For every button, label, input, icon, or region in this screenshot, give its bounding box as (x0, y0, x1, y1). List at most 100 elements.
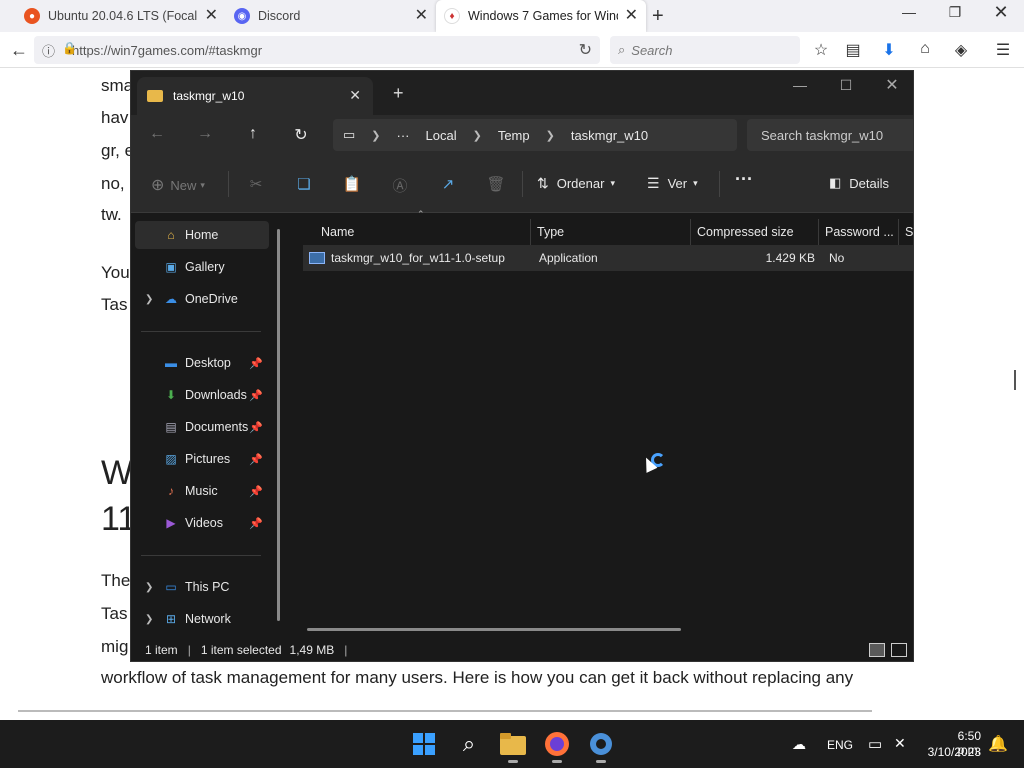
nav-item-this-pc[interactable]: ❯ ▭ This PC (135, 573, 269, 601)
more-options-icon[interactable]: ··· (735, 169, 753, 190)
column-divider[interactable] (898, 219, 899, 245)
pin-icon[interactable]: 📌 (249, 421, 263, 434)
nav-item-videos[interactable]: ▶ Videos 📌 (135, 509, 269, 537)
share-icon[interactable]: ↗ (437, 175, 459, 193)
chevron-right-icon[interactable]: ❯ (473, 129, 482, 142)
new-tab-icon[interactable]: + (393, 83, 404, 104)
notification-bell-icon[interactable]: 🔔 (988, 734, 1008, 754)
browser-tab-win7games[interactable]: ♦ Windows 7 Games for Windows ✕ (436, 0, 646, 32)
volume-muted-icon[interactable]: ✕ (894, 735, 906, 752)
column-divider[interactable] (530, 219, 531, 245)
chevron-right-icon[interactable]: ❯ (145, 582, 153, 593)
browser-search-input[interactable]: ⌕ Search (610, 36, 800, 64)
back-arrow-icon[interactable]: ← (10, 40, 28, 60)
column-divider[interactable] (690, 219, 691, 245)
page-horizontal-scrollbar[interactable] (18, 710, 872, 712)
nav-item-gallery[interactable]: ▣ Gallery (135, 253, 269, 281)
reload-icon[interactable]: ↻ (579, 40, 592, 60)
nav-item-pictures[interactable]: ▨ Pictures 📌 (135, 445, 269, 473)
explorer-tab[interactable]: taskmgr_w10 ✕ (137, 77, 373, 115)
details-button[interactable]: ◧ Details (829, 175, 889, 191)
nav-item-music[interactable]: ♪ Music 📌 (135, 477, 269, 505)
pocket-icon[interactable]: ◈ (950, 40, 972, 60)
close-window-icon[interactable]: ✕ (986, 2, 1016, 23)
home-icon[interactable]: ⌂ (914, 40, 936, 58)
url-bar[interactable]: ⓘ 🔒 https://win7games.com/#taskmgr ↻ (34, 36, 600, 64)
close-icon[interactable]: ✕ (349, 87, 361, 104)
close-icon[interactable]: ✕ (205, 8, 218, 24)
tiles-view-icon[interactable] (891, 643, 907, 657)
column-divider[interactable] (818, 219, 819, 245)
nav-item-network[interactable]: ❯ ⊞ Network (135, 605, 269, 633)
pin-icon[interactable]: 📌 (249, 517, 263, 530)
breadcrumb-item[interactable]: Local (426, 128, 457, 143)
column-header-size[interactable]: Si (905, 219, 913, 245)
minimize-icon[interactable]: — (785, 77, 815, 93)
copy-icon[interactable]: ❏ (293, 175, 315, 193)
rename-icon[interactable]: Ⓐ (389, 175, 411, 196)
horizontal-scrollbar[interactable] (307, 628, 681, 631)
forward-arrow-icon[interactable]: → (193, 125, 217, 143)
pin-icon[interactable]: 📌 (249, 453, 263, 466)
pin-icon[interactable]: 📌 (249, 357, 263, 370)
view-button[interactable]: ☰ Ver ▾ (647, 175, 698, 192)
close-icon[interactable]: ✕ (415, 8, 428, 24)
windows-start-icon[interactable] (410, 730, 438, 758)
column-header-password[interactable]: Password ... (825, 219, 894, 245)
new-button[interactable]: ⊕ New ▾ (151, 175, 205, 195)
nav-item-documents[interactable]: ▤ Documents 📌 (135, 413, 269, 441)
column-header-compressed-size[interactable]: Compressed size (697, 219, 794, 245)
menu-icon[interactable]: ☰ (992, 40, 1014, 60)
chevron-right-icon[interactable]: ❯ (145, 294, 153, 305)
explorer-search-input[interactable]: Search taskmgr_w10 (747, 119, 913, 151)
download-icon[interactable]: ⬇ (878, 40, 900, 60)
browser-tab-discord[interactable]: ◉ Discord ✕ (226, 0, 436, 32)
close-icon[interactable]: ✕ (625, 8, 638, 24)
page-scrollbar-thumb[interactable] (1014, 370, 1016, 390)
network-tray-icon[interactable]: ▭ (868, 735, 882, 753)
up-arrow-icon[interactable]: ↑ (241, 125, 265, 143)
details-view-icon[interactable] (869, 643, 885, 657)
restore-icon[interactable]: ❐ (940, 4, 970, 21)
nav-item-desktop[interactable]: ▬ Desktop 📌 (135, 349, 269, 377)
new-tab-icon[interactable]: + (652, 5, 664, 28)
nav-item-downloads[interactable]: ⬇ Downloads 📌 (135, 381, 269, 409)
language-indicator[interactable]: ENG (827, 738, 853, 752)
paste-icon[interactable]: 📋 (341, 175, 363, 193)
cut-icon[interactable]: ✂ (245, 175, 267, 193)
refresh-icon[interactable]: ↻ (289, 125, 313, 145)
breadcrumb-item[interactable]: Temp (498, 128, 530, 143)
navigation-scrollbar[interactable] (277, 229, 280, 621)
browser-tab-ubuntu[interactable]: ● Ubuntu 20.04.6 LTS (Focal Fossa) ✕ (16, 0, 226, 32)
back-arrow-icon[interactable]: ← (145, 125, 169, 143)
breadcrumb[interactable]: ▭ ❯ ··· Local ❯ Temp ❯ taskmgr_w10 (333, 119, 737, 151)
table-row[interactable]: taskmgr_w10_for_w11-1.0-setup Applicatio… (303, 245, 913, 271)
url-text[interactable]: https://win7games.com/#taskmgr (72, 43, 262, 58)
nav-item-home[interactable]: ⌂ Home (135, 221, 269, 249)
search-icon[interactable]: ⌕ (455, 730, 483, 758)
pin-icon[interactable]: 📌 (249, 485, 263, 498)
nav-item-onedrive[interactable]: ❯ ☁ OneDrive (135, 285, 269, 313)
chevron-right-icon[interactable]: ❯ (546, 129, 555, 142)
column-header-name[interactable]: Name (321, 219, 354, 245)
maximize-icon[interactable]: ☐ (831, 77, 861, 94)
column-header-type[interactable]: Type (537, 219, 564, 245)
file-explorer-icon[interactable] (499, 730, 527, 758)
clock-date[interactable]: 3/10/2023 (923, 745, 981, 759)
pin-icon[interactable]: 📌 (249, 389, 263, 402)
chevron-right-icon[interactable]: ❯ (371, 129, 380, 142)
breadcrumb-item[interactable]: taskmgr_w10 (571, 128, 648, 143)
sort-button[interactable]: ⇅ Ordenar ▾ (537, 175, 615, 192)
breadcrumb-more[interactable]: ··· (397, 128, 410, 143)
firefox-icon[interactable] (543, 730, 571, 758)
close-window-icon[interactable]: ✕ (877, 75, 907, 95)
bookmark-star-icon[interactable]: ☆ (810, 40, 832, 60)
minimize-icon[interactable]: — (894, 4, 924, 20)
reading-list-icon[interactable]: ▤ (842, 40, 864, 60)
page-text-line: mig (101, 637, 129, 656)
info-icon[interactable]: ⓘ (42, 41, 55, 60)
chevron-right-icon[interactable]: ❯ (145, 614, 153, 625)
settings-gear-icon[interactable] (587, 730, 615, 758)
onedrive-tray-icon[interactable]: ☁ (792, 736, 806, 753)
delete-icon[interactable]: 🗑 (485, 175, 507, 193)
